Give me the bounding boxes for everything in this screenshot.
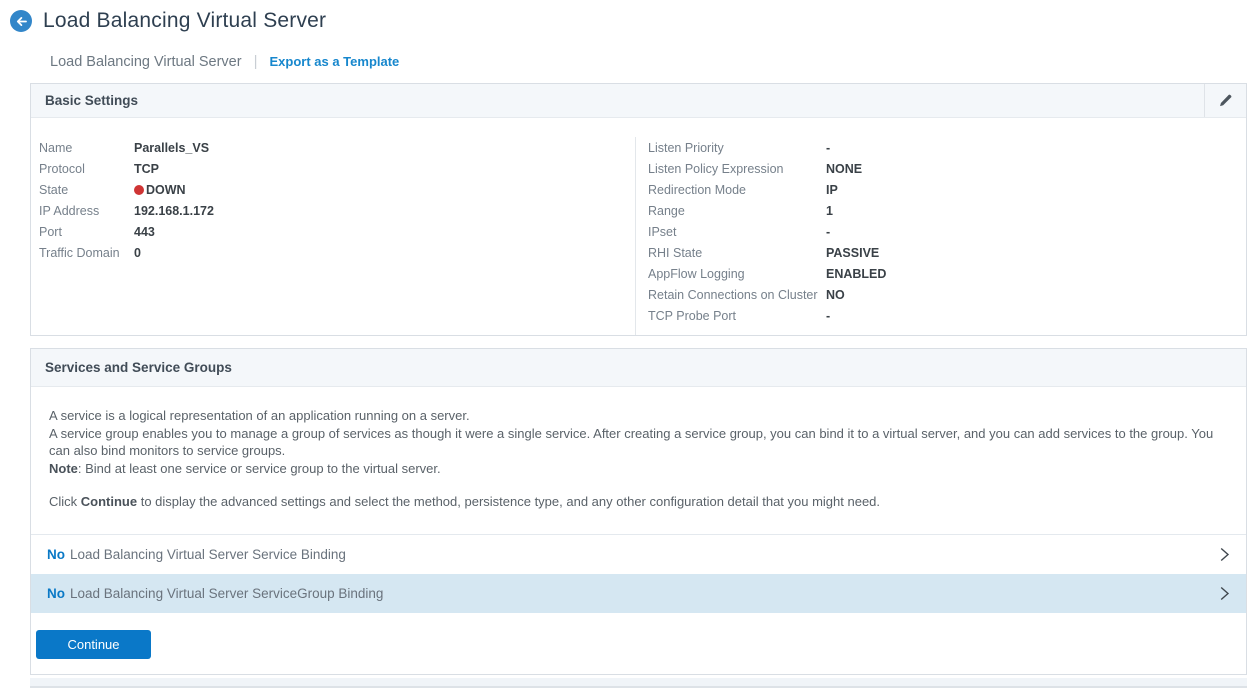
field-value: - [826,225,830,239]
continue-hint: Click Continue to display the advanced s… [49,493,1228,511]
field-row-ip-address: IP Address 192.168.1.172 [39,200,635,221]
field-label: RHI State [648,246,826,260]
binding-rows: No Load Balancing Virtual Server Service… [31,534,1246,613]
footer-strip [30,678,1247,688]
subnav-tab-label: Load Balancing Virtual Server [50,54,242,70]
field-label: TCP Probe Port [648,309,826,323]
description-line-2: A service group enables you to manage a … [49,425,1228,460]
field-value: NONE [826,162,862,176]
pencil-icon [1218,93,1233,108]
note-bold: Note [49,461,78,476]
binding-label: Load Balancing Virtual Server Service Bi… [70,547,346,562]
binding-label: Load Balancing Virtual Server ServiceGro… [70,586,383,601]
description-line-1: A service is a logical representation of… [49,407,1228,425]
field-row-listen-priority: Listen Priority - [648,137,1246,158]
chevron-right-icon [1219,547,1230,562]
field-row-protocol: Protocol TCP [39,158,635,179]
field-row-range: Range 1 [648,200,1246,221]
field-label: Name [39,141,134,155]
hint-rest: to display the advanced settings and sel… [137,494,880,509]
services-header: Services and Service Groups [31,349,1246,387]
field-row-tcp-probe-port: TCP Probe Port - [648,305,1246,326]
binding-count: No [47,547,65,562]
basic-settings-header: Basic Settings [31,84,1246,118]
field-value: Parallels_VS [134,141,209,155]
field-value: DOWN [134,183,186,197]
chevron-right-icon [1219,586,1230,601]
field-row-state: State DOWN [39,179,635,200]
subnav-divider: | [254,53,258,70]
field-value: - [826,309,830,323]
field-row-name: Name Parallels_VS [39,137,635,158]
field-label: Traffic Domain [39,246,134,260]
export-template-link[interactable]: Export as a Template [269,54,399,69]
app-header: Load Balancing Virtual Server [0,0,1252,33]
field-label: IP Address [39,204,134,218]
field-value: - [826,141,830,155]
basic-settings-title: Basic Settings [31,93,138,108]
field-row-listen-policy-expression: Listen Policy Expression NONE [648,158,1246,179]
field-label: Listen Policy Expression [648,162,826,176]
field-label: Retain Connections on Cluster [648,288,826,302]
field-value: 443 [134,225,155,239]
field-row-ipset: IPset - [648,221,1246,242]
field-row-rhi-state: RHI State PASSIVE [648,242,1246,263]
basic-settings-left-column: Name Parallels_VS Protocol TCP State DOW… [31,137,635,335]
field-label: IPset [648,225,826,239]
field-label: Redirection Mode [648,183,826,197]
page-title: Load Balancing Virtual Server [43,9,326,33]
services-panel: Services and Service Groups A service is… [30,348,1247,675]
field-value: 192.168.1.172 [134,204,214,218]
state-text: DOWN [146,183,186,197]
service-binding-row[interactable]: No Load Balancing Virtual Server Service… [31,535,1246,574]
binding-count: No [47,586,65,601]
field-value: IP [826,183,838,197]
field-label: Listen Priority [648,141,826,155]
field-label: Port [39,225,134,239]
hint-prefix: Click [49,494,81,509]
field-value: 0 [134,246,141,260]
services-title: Services and Service Groups [31,360,232,375]
field-label: State [39,183,134,197]
field-row-appflow-logging: AppFlow Logging ENABLED [648,263,1246,284]
field-value: 1 [826,204,833,218]
field-row-port: Port 443 [39,221,635,242]
field-label: Protocol [39,162,134,176]
services-description: A service is a logical representation of… [31,387,1246,511]
note-rest: : Bind at least one service or service g… [78,461,441,476]
back-button[interactable] [10,10,32,32]
basic-settings-right-column: Listen Priority - Listen Policy Expressi… [635,137,1246,335]
basic-settings-panel: Basic Settings Name Parallels_VS Protoco… [30,83,1247,336]
field-value: PASSIVE [826,246,879,260]
description-note: Note: Bind at least one service or servi… [49,460,1228,478]
subnav: Load Balancing Virtual Server | Export a… [50,53,1252,70]
hint-bold: Continue [81,494,137,509]
field-row-traffic-domain: Traffic Domain 0 [39,242,635,263]
field-value: TCP [134,162,159,176]
status-down-dot [134,185,144,195]
field-row-retain-connections: Retain Connections on Cluster NO [648,284,1246,305]
edit-button[interactable] [1204,84,1246,117]
servicegroup-binding-row[interactable]: No Load Balancing Virtual Server Service… [31,574,1246,613]
field-value: NO [826,288,845,302]
arrow-left-icon [15,15,28,28]
field-label: Range [648,204,826,218]
continue-button[interactable]: Continue [36,630,151,659]
field-value: ENABLED [826,267,886,281]
button-area: Continue [31,613,1246,674]
basic-settings-body: Name Parallels_VS Protocol TCP State DOW… [31,118,1246,335]
field-label: AppFlow Logging [648,267,826,281]
field-row-redirection-mode: Redirection Mode IP [648,179,1246,200]
